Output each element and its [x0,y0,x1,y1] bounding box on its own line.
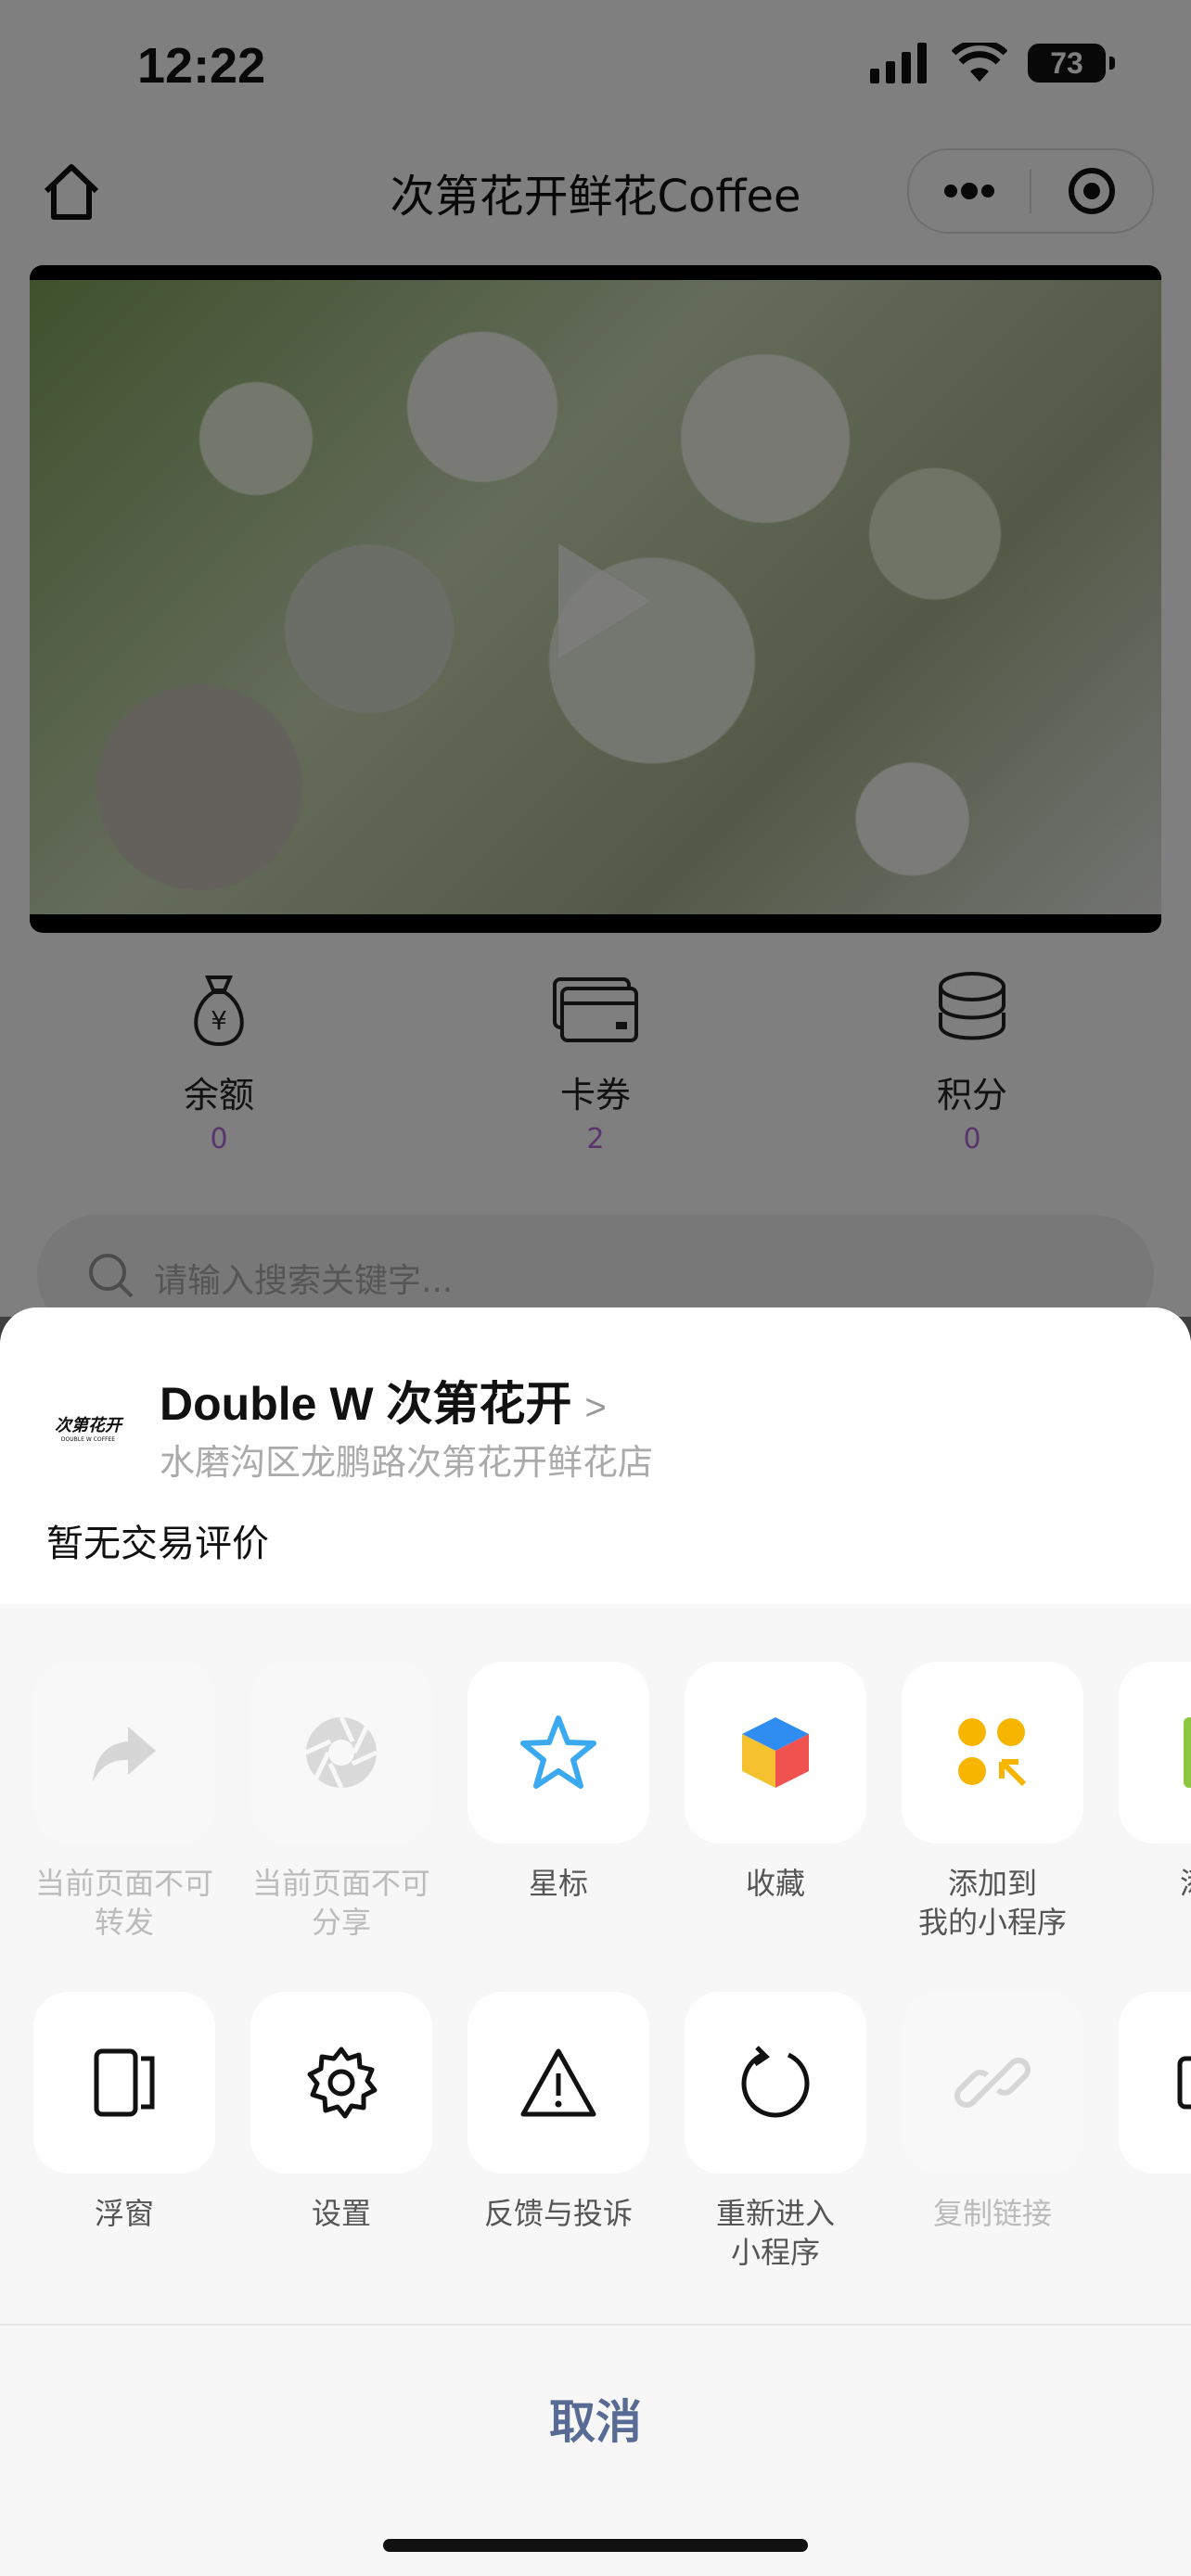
action-icon-box [902,1662,1083,1843]
action-label-line1: 当前页面不可 [251,1866,430,1901]
action-label: 复制链接 [932,2196,1052,2231]
reload-icon [741,2046,810,2118]
logo-subtext: DOUBLE W COFFEE [60,1435,116,1443]
action-label: 收藏 [745,1866,805,1901]
action-sheet: 次第花开 DOUBLE W COFFEE Double W 次第花开 > 水磨沟区… [0,1307,1191,2576]
action-label: 翻 [1102,2194,1191,2233]
shop-name-text: Double W 次第花开 [160,1378,572,1430]
shop-address: 水磨沟区龙鹏路次第花开鲜花店 [160,1442,654,1483]
shop-logo: 次第花开 DOUBLE W COFFEE [48,1387,128,1467]
action-icon-box [1119,1662,1191,1843]
action-icon-box [685,1662,866,1843]
action-icon-box [467,1662,649,1843]
gear-icon [307,2047,378,2119]
action-label: 浮窗 [94,2196,154,2231]
translate-icon [1177,2056,1191,2110]
action-feedback[interactable]: 反馈与投诉 [451,1992,666,2233]
action-icon-box [685,1992,866,2174]
shop-info[interactable]: 次第花开 DOUBLE W COFFEE Double W 次第花开 > 水磨沟区… [0,1307,1191,1604]
action-share-moments: 当前页面不可 分享 [234,1662,449,1942]
action-float-window[interactable]: 浮窗 [17,1992,232,2233]
action-label-line2: 小程序 [730,2235,820,2270]
action-label-line2: 转发 [94,1905,154,1940]
action-label-line1: 添加到 [947,1866,1037,1901]
action-icon-box [33,1662,215,1843]
action-icon-box [33,1992,215,2174]
link-icon [954,2058,1031,2108]
action-icon-box [467,1992,649,2174]
action-label: 设置 [311,2196,371,2231]
action-translate-partial[interactable]: 翻 [1102,1992,1191,2233]
cancel-button[interactable]: 取消 [0,2385,1191,2452]
float-window-icon [94,2048,155,2117]
action-add-partial[interactable]: 添加 [1102,1662,1191,1903]
action-label-line2: 我的小程序 [917,1905,1067,1940]
action-label-line2: 分享 [311,1905,371,1940]
action-icon-box [902,1992,1083,2174]
share-arrow-icon [93,1727,156,1782]
transaction-review: 暂无交易评价 [46,1523,269,1565]
action-icon-box [250,1992,432,2174]
share-actions-row: 当前页面不可 转发 当前页面不可 分享 星标 收藏 添加到 我的小程序 [0,1662,1191,1958]
action-reenter[interactable]: 重新进入 小程序 [668,1992,883,2272]
action-forward: 当前页面不可 转发 [17,1662,232,1942]
add-desktop-icon [1184,1717,1191,1788]
action-copy-link: 复制链接 [885,1992,1100,2233]
action-label-line1: 当前页面不可 [34,1866,213,1901]
collect-cube-icon [742,1717,809,1788]
warning-icon [520,2048,596,2117]
add-miniprogram-icon [958,1718,1027,1787]
logo-text: 次第花开 [55,1415,122,1435]
action-label: 反馈与投诉 [483,2196,633,2231]
action-icon-box [250,1662,432,1843]
action-collect[interactable]: 收藏 [668,1662,883,1903]
action-icon-box [1119,1992,1191,2174]
action-label: 星标 [528,1866,588,1901]
action-label-line1: 重新进入 [715,2196,835,2231]
shop-name[interactable]: Double W 次第花开 > [160,1367,607,1434]
chevron-right-icon: > [584,1387,607,1428]
action-settings[interactable]: 设置 [234,1992,449,2233]
moments-icon [304,1715,378,1790]
action-label: 当前页面不可 分享 [234,1864,449,1942]
action-add-to-my-miniprograms[interactable]: 添加到 我的小程序 [885,1662,1100,1942]
star-icon [520,1715,596,1789]
action-label: 添加 [1102,1864,1191,1903]
action-label: 当前页面不可 转发 [17,1864,232,1942]
action-label: 重新进入 小程序 [668,2194,883,2272]
action-star[interactable]: 星标 [451,1662,666,1903]
action-label: 添加到 我的小程序 [885,1864,1100,1942]
tool-actions-row: 浮窗 设置 反馈与投诉 重新进入小程序 复制链接 [0,1992,1191,2289]
home-indicator[interactable] [383,2539,808,2552]
